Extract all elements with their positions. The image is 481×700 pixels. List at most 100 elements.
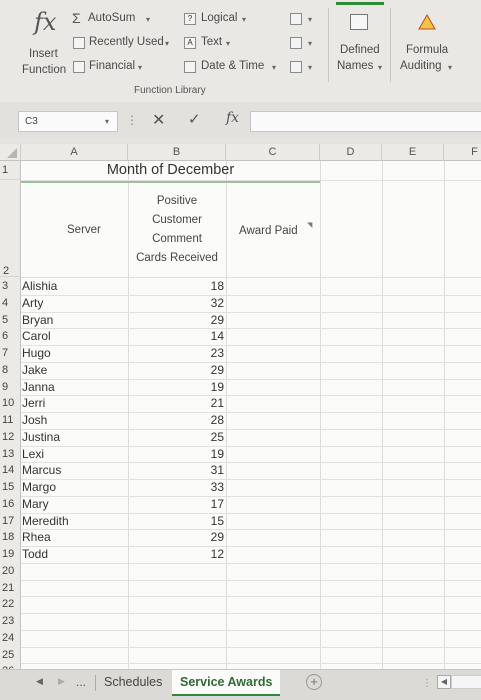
server-name-cell[interactable]: Marcus [22, 462, 61, 479]
server-name-cell[interactable]: Josh [22, 412, 47, 429]
financial-button[interactable]: Financial ▾ [72, 60, 162, 76]
column-header-f[interactable]: F [444, 144, 481, 161]
insert-function-icon[interactable]: fx [226, 110, 239, 126]
cards-received-cell[interactable]: 15 [174, 513, 224, 530]
cards-received-cell[interactable]: 29 [174, 312, 224, 329]
row-header[interactable]: 23 [0, 613, 21, 630]
select-all-corner[interactable] [0, 144, 21, 161]
row-header[interactable]: 10 [0, 395, 21, 412]
row-header[interactable]: 20 [0, 562, 21, 580]
row-header-1[interactable]: 1 [0, 161, 21, 180]
drag-handle-icon[interactable]: ⋮ [126, 113, 138, 127]
cards-received-cell[interactable]: 29 [174, 362, 224, 379]
server-name-cell[interactable]: Janna [22, 379, 55, 396]
date-time-button[interactable]: Date & Time ▾ [184, 60, 284, 76]
cards-received-cell[interactable]: 14 [174, 328, 224, 345]
cards-received-cell[interactable]: 29 [174, 529, 224, 546]
recently-used-button[interactable]: Recently Used ▾ [72, 36, 182, 52]
column-header-e[interactable]: E [382, 144, 444, 161]
row-header[interactable]: 8 [0, 361, 21, 379]
cards-received-cell[interactable]: 17 [174, 496, 224, 513]
gridline [21, 294, 481, 296]
row-header[interactable]: 3 [0, 278, 21, 295]
add-sheet-icon[interactable]: + [306, 674, 322, 690]
award-header-cell[interactable]: Award Paid ◥ [226, 181, 320, 277]
server-name-cell[interactable]: Meredith [22, 513, 69, 530]
scroll-tabs-left-icon[interactable]: ◀ [36, 676, 43, 687]
cards-received-cell[interactable]: 33 [174, 479, 224, 496]
confirm-entry-icon[interactable]: ✓ [188, 110, 201, 128]
row-header[interactable]: 16 [0, 495, 21, 513]
row-header-2[interactable]: 2 [0, 181, 21, 277]
row-header[interactable]: 7 [0, 345, 21, 362]
horizontal-scrollbar[interactable] [451, 675, 481, 689]
server-name-cell[interactable]: Lexi [22, 446, 44, 463]
row-header[interactable]: 18 [0, 529, 21, 546]
sheet-title-cell[interactable]: Month of December [21, 161, 320, 180]
server-name-cell[interactable]: Bryan [22, 312, 53, 329]
column-header-b[interactable]: B [128, 144, 226, 161]
server-name-cell[interactable]: Arty [22, 295, 43, 312]
server-name-cell[interactable]: Jerri [22, 395, 45, 412]
autosum-button[interactable]: Σ AutoSum ▾ [72, 10, 162, 28]
defined-names-button[interactable]: Defined Names ▾ [334, 2, 386, 82]
insert-function-button[interactable]: fx Insert Function [20, 4, 70, 82]
row-header[interactable]: 24 [0, 629, 21, 647]
more-functions-button[interactable]: ▾ [290, 60, 320, 76]
scroll-tabs-right-icon[interactable]: ▶ [58, 676, 65, 687]
row-header[interactable]: 12 [0, 428, 21, 446]
row-header[interactable]: 19 [0, 546, 21, 563]
formula-auditing-button[interactable]: Formula Auditing ▾ [396, 2, 458, 82]
formula-input[interactable] [250, 111, 481, 132]
server-header-cell[interactable]: Server [21, 181, 128, 277]
cards-received-cell[interactable]: 19 [174, 379, 224, 396]
row-header[interactable]: 21 [0, 579, 21, 597]
cards-received-cell[interactable]: 18 [174, 278, 224, 295]
server-name-cell[interactable]: Justina [22, 429, 60, 446]
name-box[interactable]: C3 ▾ [18, 111, 118, 132]
scroll-left-icon[interactable]: ◀ [437, 675, 451, 689]
server-name-cell[interactable]: Margo [22, 479, 56, 496]
column-header-a[interactable]: A [21, 144, 128, 161]
server-name-cell[interactable]: Todd [22, 546, 48, 563]
cancel-entry-icon[interactable]: ✕ [152, 110, 165, 130]
worksheet-grid[interactable]: A B C D E F 1 Month of December 2 Server… [0, 144, 481, 669]
row-header[interactable]: 11 [0, 412, 21, 429]
more-tabs-button[interactable]: ... [76, 675, 86, 689]
cards-received-cell[interactable]: 32 [174, 295, 224, 312]
column-header-d[interactable]: D [320, 144, 382, 161]
tag-icon [350, 14, 368, 30]
row-header[interactable]: 6 [0, 328, 21, 345]
cards-received-cell[interactable]: 19 [174, 446, 224, 463]
sheet-tab-service-awards[interactable]: Service Awards [172, 670, 281, 696]
server-name-cell[interactable]: Hugo [22, 345, 51, 362]
row-header[interactable]: 17 [0, 512, 21, 530]
server-name-cell[interactable]: Mary [22, 496, 49, 513]
text-button[interactable]: A Text ▾ [184, 36, 244, 52]
cards-received-cell[interactable]: 12 [174, 546, 224, 563]
cards-received-cell[interactable]: 31 [174, 462, 224, 479]
cards-received-cell[interactable]: 21 [174, 395, 224, 412]
row-header[interactable]: 13 [0, 445, 21, 463]
row-header[interactable]: 22 [0, 596, 21, 613]
row-header[interactable]: 9 [0, 378, 21, 396]
server-name-cell[interactable]: Alishia [22, 278, 57, 295]
row-header[interactable]: 14 [0, 462, 21, 479]
math-trig-button[interactable]: ▾ [290, 36, 320, 52]
server-name-cell[interactable]: Rhea [22, 529, 51, 546]
lookup-reference-button[interactable]: ▾ [290, 12, 320, 28]
sheet-tab-schedules[interactable]: Schedules [96, 670, 170, 696]
row-header[interactable]: 15 [0, 479, 21, 496]
server-name-cell[interactable]: Carol [22, 328, 51, 345]
logical-button[interactable]: ? Logical ▾ [184, 12, 254, 28]
row-header[interactable]: 5 [0, 311, 21, 329]
cards-received-cell[interactable]: 23 [174, 345, 224, 362]
column-header-c[interactable]: C [226, 144, 320, 161]
row-header[interactable]: 4 [0, 294, 21, 312]
cards-received-cell[interactable]: 28 [174, 412, 224, 429]
cards-received-cell[interactable]: 25 [174, 429, 224, 446]
drag-handle-icon[interactable]: ⋮ [422, 678, 432, 689]
server-name-cell[interactable]: Jake [22, 362, 47, 379]
cards-header-cell[interactable]: Positive Customer Comment Cards Received [128, 181, 226, 277]
row-header[interactable]: 25 [0, 646, 21, 664]
